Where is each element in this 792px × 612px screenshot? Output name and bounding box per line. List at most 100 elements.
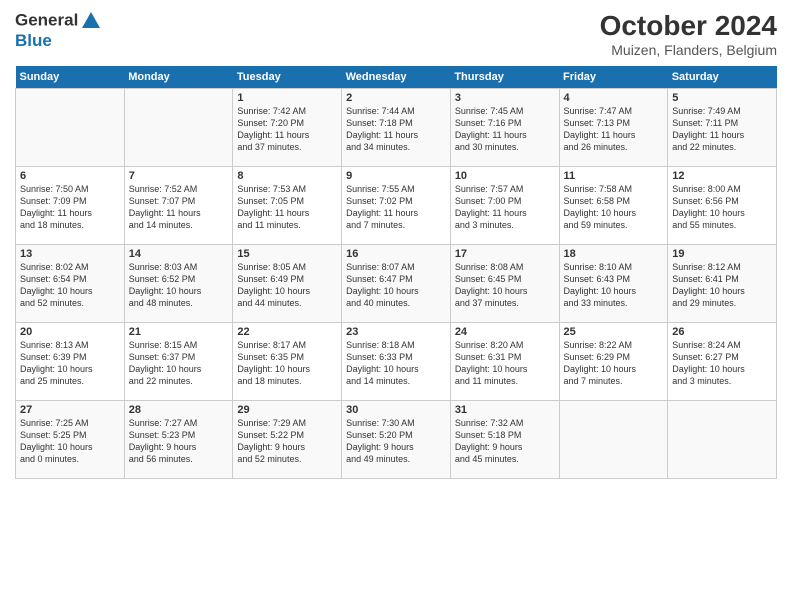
- day-number: 6: [20, 170, 120, 182]
- day-info-line: Sunset: 6:29 PM: [564, 351, 664, 363]
- day-info: Sunrise: 8:15 AMSunset: 6:37 PMDaylight:…: [129, 339, 229, 388]
- day-info-line: Daylight: 11 hours: [129, 207, 229, 219]
- day-info-line: Sunrise: 7:49 AM: [672, 105, 772, 117]
- day-info-line: and 11 minutes.: [237, 219, 337, 231]
- day-info-line: Sunrise: 7:45 AM: [455, 105, 555, 117]
- header-row: SundayMondayTuesdayWednesdayThursdayFrid…: [16, 66, 777, 89]
- logo: General Blue: [15, 10, 104, 49]
- day-number: 23: [346, 326, 446, 338]
- day-info-line: and 48 minutes.: [129, 297, 229, 309]
- day-info: Sunrise: 7:44 AMSunset: 7:18 PMDaylight:…: [346, 105, 446, 154]
- day-info-line: Sunrise: 7:52 AM: [129, 183, 229, 195]
- day-info: Sunrise: 8:05 AMSunset: 6:49 PMDaylight:…: [237, 261, 337, 310]
- calendar-cell: 30Sunrise: 7:30 AMSunset: 5:20 PMDayligh…: [342, 401, 451, 479]
- day-number: 25: [564, 326, 664, 338]
- day-info-line: and 25 minutes.: [20, 375, 120, 387]
- day-info-line: and 34 minutes.: [346, 141, 446, 153]
- calendar-cell: 29Sunrise: 7:29 AMSunset: 5:22 PMDayligh…: [233, 401, 342, 479]
- calendar-cell: 10Sunrise: 7:57 AMSunset: 7:00 PMDayligh…: [450, 167, 559, 245]
- calendar-cell: 5Sunrise: 7:49 AMSunset: 7:11 PMDaylight…: [668, 89, 777, 167]
- day-info: Sunrise: 7:50 AMSunset: 7:09 PMDaylight:…: [20, 183, 120, 232]
- day-info-line: Sunset: 5:18 PM: [455, 429, 555, 441]
- day-info-line: and 14 minutes.: [346, 375, 446, 387]
- page-subtitle: Muizen, Flanders, Belgium: [600, 42, 777, 58]
- day-info-line: Daylight: 11 hours: [237, 207, 337, 219]
- day-info: Sunrise: 8:07 AMSunset: 6:47 PMDaylight:…: [346, 261, 446, 310]
- day-info-line: Sunrise: 7:29 AM: [237, 417, 337, 429]
- page: General Blue October 2024 Muizen, Flande…: [0, 0, 792, 612]
- calendar-cell: 12Sunrise: 8:00 AMSunset: 6:56 PMDayligh…: [668, 167, 777, 245]
- day-info: Sunrise: 7:47 AMSunset: 7:13 PMDaylight:…: [564, 105, 664, 154]
- day-info-line: Daylight: 10 hours: [20, 285, 120, 297]
- day-info-line: Sunset: 6:54 PM: [20, 273, 120, 285]
- header-cell-tuesday: Tuesday: [233, 66, 342, 89]
- calendar-cell: 20Sunrise: 8:13 AMSunset: 6:39 PMDayligh…: [16, 323, 125, 401]
- calendar-cell: 6Sunrise: 7:50 AMSunset: 7:09 PMDaylight…: [16, 167, 125, 245]
- calendar-cell: 28Sunrise: 7:27 AMSunset: 5:23 PMDayligh…: [124, 401, 233, 479]
- day-info-line: Sunrise: 7:25 AM: [20, 417, 120, 429]
- day-info-line: and 22 minutes.: [129, 375, 229, 387]
- day-info-line: Sunrise: 7:30 AM: [346, 417, 446, 429]
- day-info-line: Sunrise: 7:44 AM: [346, 105, 446, 117]
- day-info-line: Daylight: 11 hours: [455, 207, 555, 219]
- day-info-line: Sunrise: 8:12 AM: [672, 261, 772, 273]
- day-info-line: Sunrise: 8:18 AM: [346, 339, 446, 351]
- day-info: Sunrise: 7:57 AMSunset: 7:00 PMDaylight:…: [455, 183, 555, 232]
- day-info: Sunrise: 8:03 AMSunset: 6:52 PMDaylight:…: [129, 261, 229, 310]
- calendar-cell: [668, 401, 777, 479]
- day-info-line: and 11 minutes.: [455, 375, 555, 387]
- day-info-line: Sunrise: 8:07 AM: [346, 261, 446, 273]
- day-info: Sunrise: 7:29 AMSunset: 5:22 PMDaylight:…: [237, 417, 337, 466]
- day-info-line: Sunrise: 8:22 AM: [564, 339, 664, 351]
- day-info-line: and 29 minutes.: [672, 297, 772, 309]
- day-number: 29: [237, 404, 337, 416]
- day-info-line: and 56 minutes.: [129, 453, 229, 465]
- day-info-line: Sunset: 6:49 PM: [237, 273, 337, 285]
- day-info-line: Daylight: 11 hours: [20, 207, 120, 219]
- day-info: Sunrise: 8:18 AMSunset: 6:33 PMDaylight:…: [346, 339, 446, 388]
- calendar-cell: 8Sunrise: 7:53 AMSunset: 7:05 PMDaylight…: [233, 167, 342, 245]
- day-info-line: Daylight: 9 hours: [129, 441, 229, 453]
- day-info: Sunrise: 7:49 AMSunset: 7:11 PMDaylight:…: [672, 105, 772, 154]
- day-info-line: Sunset: 7:13 PM: [564, 117, 664, 129]
- day-info-line: and 0 minutes.: [20, 453, 120, 465]
- header-cell-monday: Monday: [124, 66, 233, 89]
- calendar-cell: 24Sunrise: 8:20 AMSunset: 6:31 PMDayligh…: [450, 323, 559, 401]
- calendar-cell: 31Sunrise: 7:32 AMSunset: 5:18 PMDayligh…: [450, 401, 559, 479]
- day-info-line: Sunset: 7:18 PM: [346, 117, 446, 129]
- calendar-cell: 21Sunrise: 8:15 AMSunset: 6:37 PMDayligh…: [124, 323, 233, 401]
- day-info-line: Sunset: 6:35 PM: [237, 351, 337, 363]
- day-number: 3: [455, 92, 555, 104]
- day-number: 31: [455, 404, 555, 416]
- day-info-line: Sunrise: 7:55 AM: [346, 183, 446, 195]
- day-info: Sunrise: 7:27 AMSunset: 5:23 PMDaylight:…: [129, 417, 229, 466]
- day-info-line: Sunrise: 7:57 AM: [455, 183, 555, 195]
- day-number: 2: [346, 92, 446, 104]
- day-info-line: Sunset: 7:20 PM: [237, 117, 337, 129]
- day-info: Sunrise: 8:00 AMSunset: 6:56 PMDaylight:…: [672, 183, 772, 232]
- day-info-line: Sunset: 6:43 PM: [564, 273, 664, 285]
- day-info-line: and 33 minutes.: [564, 297, 664, 309]
- day-info: Sunrise: 7:42 AMSunset: 7:20 PMDaylight:…: [237, 105, 337, 154]
- calendar-cell: 25Sunrise: 8:22 AMSunset: 6:29 PMDayligh…: [559, 323, 668, 401]
- day-number: 20: [20, 326, 120, 338]
- day-info-line: Sunset: 6:58 PM: [564, 195, 664, 207]
- header-cell-sunday: Sunday: [16, 66, 125, 89]
- logo-general: General: [15, 10, 78, 29]
- header-cell-friday: Friday: [559, 66, 668, 89]
- day-info: Sunrise: 7:25 AMSunset: 5:25 PMDaylight:…: [20, 417, 120, 466]
- day-number: 22: [237, 326, 337, 338]
- calendar-cell: 7Sunrise: 7:52 AMSunset: 7:07 PMDaylight…: [124, 167, 233, 245]
- day-info-line: Sunrise: 8:05 AM: [237, 261, 337, 273]
- day-info-line: Daylight: 10 hours: [564, 207, 664, 219]
- day-info-line: Daylight: 11 hours: [564, 129, 664, 141]
- day-number: 13: [20, 248, 120, 260]
- day-info-line: Sunrise: 7:58 AM: [564, 183, 664, 195]
- day-info-line: Sunrise: 8:00 AM: [672, 183, 772, 195]
- day-info-line: Daylight: 10 hours: [672, 207, 772, 219]
- logo-blue: Blue: [15, 32, 104, 49]
- day-info-line: Sunset: 7:07 PM: [129, 195, 229, 207]
- day-info-line: Sunset: 6:31 PM: [455, 351, 555, 363]
- day-info: Sunrise: 8:17 AMSunset: 6:35 PMDaylight:…: [237, 339, 337, 388]
- day-info-line: and 40 minutes.: [346, 297, 446, 309]
